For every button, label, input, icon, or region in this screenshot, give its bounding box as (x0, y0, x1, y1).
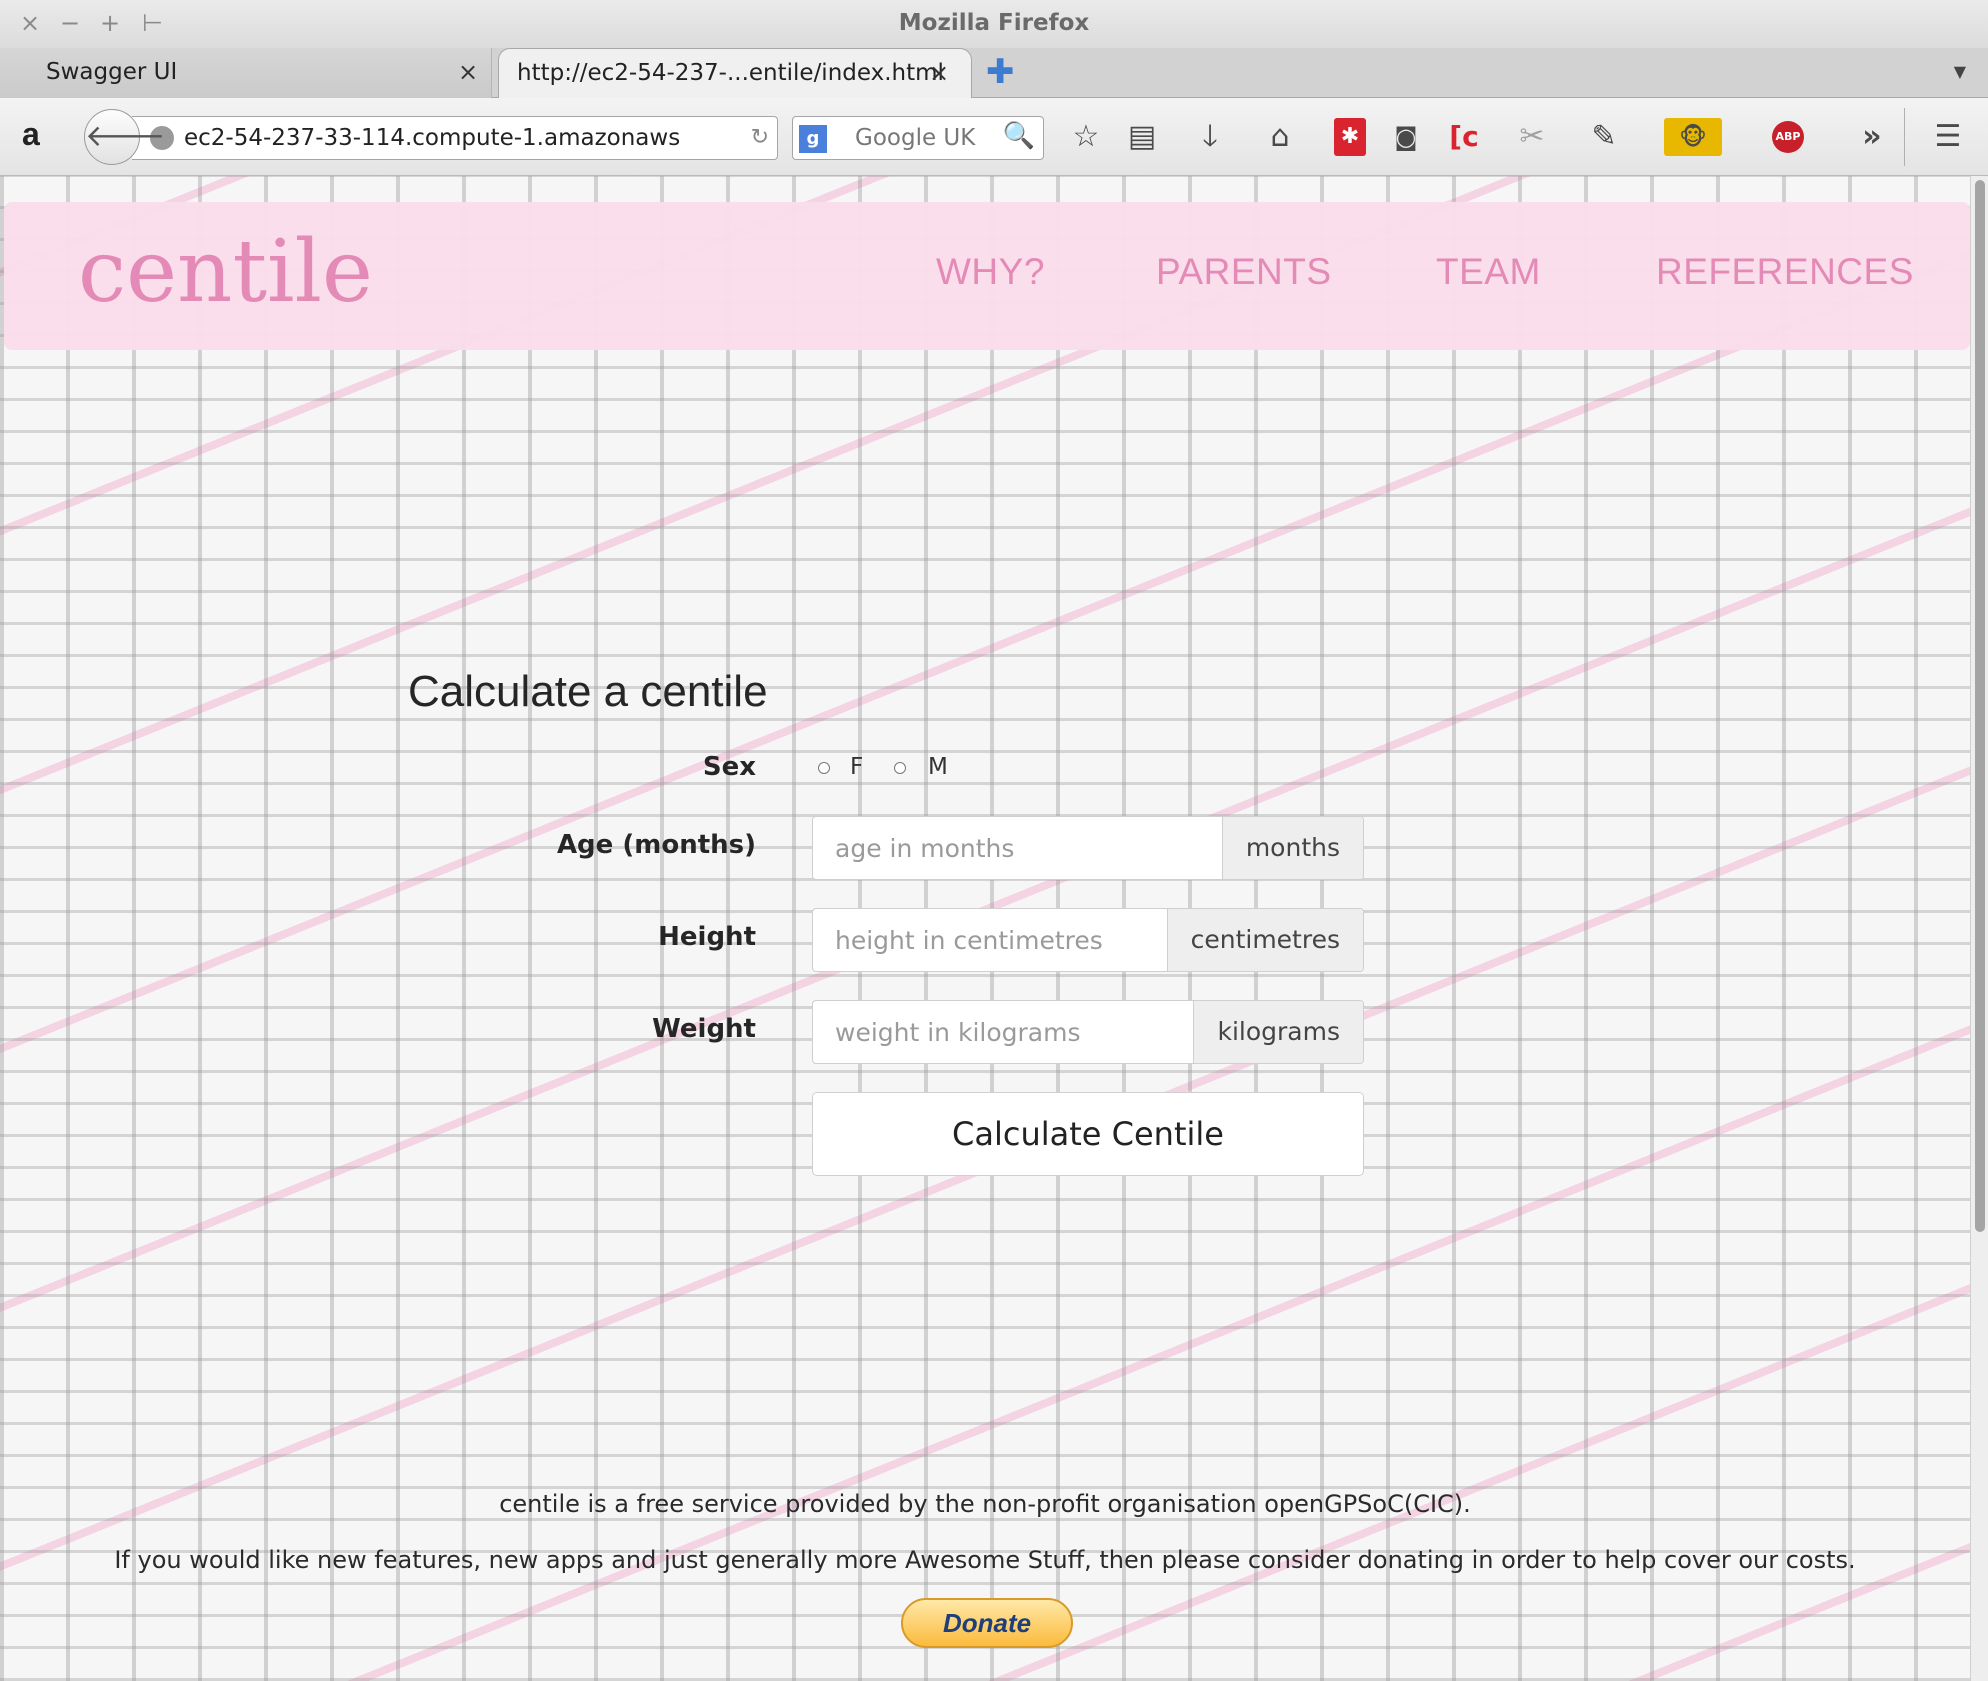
site-header: centile WHY? PARENTS TEAM REFERENCES (4, 202, 1970, 350)
weight-unit-addon: kilograms (1193, 1001, 1363, 1063)
url-bar[interactable]: ec2-54-237-33-114.compute-1.amazonaws.co… (132, 116, 778, 160)
back-icon: 🡐 (85, 119, 166, 154)
site-logo[interactable]: centile (78, 222, 373, 322)
sex-f-label[interactable]: F (850, 752, 863, 782)
search-engine-label: Google UK (855, 125, 976, 151)
bookmark-star-icon[interactable]: ☆ (1066, 118, 1106, 156)
page-viewport: centile WHY? PARENTS TEAM REFERENCES Cal… (0, 176, 1970, 1681)
tab-close-icon[interactable]: × (458, 48, 478, 96)
page-scrollbar[interactable] (1970, 176, 1988, 1681)
url-text[interactable]: ec2-54-237-33-114.compute-1.amazonaws.co… (184, 117, 682, 159)
menu-icon[interactable]: ☰ (1928, 118, 1968, 156)
reading-list-icon[interactable]: ▤ (1122, 118, 1162, 156)
tab-centile[interactable]: http://ec2-54-237-...entile/index.html × (498, 48, 972, 98)
nav-parents-link[interactable]: PARENTS (1156, 250, 1332, 294)
overflow-icon[interactable]: » (1852, 118, 1892, 156)
footer-donation-text: If you would like new features, new apps… (114, 1546, 1856, 1574)
sex-m-radio[interactable] (894, 762, 906, 774)
screenshot-icon[interactable]: ◙ (1390, 118, 1422, 156)
age-unit-addon: months (1221, 817, 1363, 879)
back-button[interactable]: 🡐 (84, 109, 165, 165)
height-input[interactable] (813, 909, 1167, 971)
c-addon-icon[interactable]: [c (1444, 118, 1484, 156)
height-input-group: centimetres (812, 908, 1364, 972)
scrollbar-thumb[interactable] (1975, 180, 1985, 1232)
tab-label: Swagger UI (46, 59, 178, 85)
weight-input-group: kilograms (812, 1000, 1364, 1064)
height-unit-addon: centimetres (1166, 909, 1363, 971)
age-input[interactable] (813, 817, 1222, 879)
window-title: Mozilla Firefox (898, 10, 1090, 36)
nav-why-link[interactable]: WHY? (936, 250, 1045, 294)
age-label: Age (months) (556, 830, 756, 860)
form-title: Calculate a centile (408, 667, 768, 716)
download-icon[interactable]: 🡓 (1190, 118, 1230, 156)
calculate-centile-button[interactable]: Calculate Centile (812, 1092, 1364, 1176)
tab-bar: Swagger UI × http://ec2-54-237-...entile… (0, 48, 1988, 98)
nav-references-link[interactable]: REFERENCES (1656, 250, 1914, 294)
sex-label: Sex (702, 752, 756, 782)
tab-swagger-ui[interactable]: Swagger UI × (0, 48, 492, 98)
red-addon-icon[interactable]: ✱ (1334, 118, 1366, 156)
tab-label: http://ec2-54-237-...entile/index.html (517, 60, 944, 86)
google-icon[interactable]: g (799, 125, 827, 153)
navigation-toolbar: a ec2-54-237-33-114.compute-1.amazonaws.… (0, 98, 1988, 176)
sex-f-radio[interactable] (818, 762, 830, 774)
search-bar[interactable]: g Google UK 🔍 (792, 116, 1044, 160)
reload-icon[interactable]: ↻ (751, 117, 769, 159)
toolbar-separator (1904, 108, 1905, 166)
new-tab-icon[interactable]: ✚ (986, 48, 1015, 96)
weight-input[interactable] (813, 1001, 1194, 1063)
weight-label: Weight (652, 1014, 756, 1044)
donate-button[interactable]: Donate (901, 1598, 1073, 1648)
age-input-group: months (812, 816, 1364, 880)
adblock-plus-icon[interactable]: ABP (1772, 121, 1804, 153)
scissors-icon[interactable]: ✂ (1512, 118, 1552, 156)
height-label: Height (658, 922, 756, 952)
sex-m-label[interactable]: M (928, 752, 948, 782)
footer-service-text: centile is a free service provided by th… (499, 1490, 1471, 1518)
window-titlebar: × − + ⊢ Mozilla Firefox (0, 0, 1988, 48)
nav-team-link[interactable]: TEAM (1436, 250, 1541, 294)
amazon-icon[interactable]: a (22, 116, 58, 156)
home-icon[interactable]: ⌂ (1260, 118, 1300, 156)
greasemonkey-icon[interactable]: 🐵 (1664, 118, 1722, 156)
tab-close-icon[interactable]: × (929, 49, 949, 97)
tab-list-icon[interactable]: ▼ (1954, 48, 1966, 96)
search-icon[interactable]: 🔍 (1003, 121, 1035, 151)
pipette-icon[interactable]: ✎ (1584, 118, 1624, 156)
